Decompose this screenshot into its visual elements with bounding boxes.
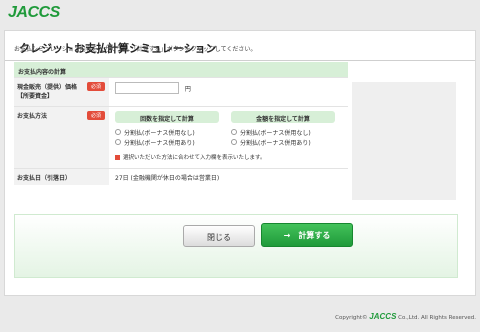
method-note: 選択いただいた方法に合わせて入力欄を表示いたします。 xyxy=(115,153,342,161)
price-label-sub: 【所要資金】 xyxy=(17,93,54,100)
note-mark-icon xyxy=(115,154,120,160)
option-label: 分割払(ボーナス併用あり) xyxy=(240,139,311,147)
count-no-bonus-option[interactable]: 分割払(ボーナス併用なし) xyxy=(115,127,219,137)
count-method-column: 回数を指定して計算 分割払(ボーナス併用なし) 分割払(ボーナス併用あり) xyxy=(115,111,219,147)
amount-method-head: 金額を指定して計算 xyxy=(231,111,335,123)
intro-text: お支払シミュレーション内容を入力のうえ、「計算する」ボタンをクリックしてください… xyxy=(14,46,257,53)
radio-icon[interactable] xyxy=(115,129,121,135)
method-label-cell: お支払方法 必須 xyxy=(14,107,109,168)
payment-form: お支払内容の計算 現金販売（提供）価格 【所要資金】 必須 円 お支払方法 必須… xyxy=(14,62,348,185)
amount-no-bonus-option[interactable]: 分割払(ボーナス併用なし) xyxy=(231,127,335,137)
amount-bonus-option[interactable]: 分割払(ボーナス併用あり) xyxy=(231,137,335,147)
button-area: 閉じる → 計算する xyxy=(14,214,458,278)
jaccs-logo[interactable]: JACCS xyxy=(8,4,60,22)
footer-logo: JACCS xyxy=(369,312,397,321)
method-value-cell: 回数を指定して計算 分割払(ボーナス併用なし) 分割払(ボーナス併用あり) 金額… xyxy=(109,107,348,168)
count-bonus-option[interactable]: 分割払(ボーナス併用あり) xyxy=(115,137,219,147)
footer: Copyright© JACCS Co.,Ltd. All Rights Res… xyxy=(300,312,476,321)
price-value-cell: 円 xyxy=(109,78,348,106)
count-method-head: 回数を指定して計算 xyxy=(115,111,219,123)
required-badge: 必須 xyxy=(86,111,105,120)
option-label: 分割払(ボーナス併用なし) xyxy=(240,129,311,137)
radio-icon[interactable] xyxy=(231,139,237,145)
date-label: お支払日（引落日） xyxy=(14,169,109,185)
amount-method-column: 金額を指定して計算 分割払(ボーナス併用なし) 分割払(ボーナス併用あり) xyxy=(231,111,335,147)
close-button[interactable]: 閉じる xyxy=(183,225,255,247)
option-label: 分割払(ボーナス併用なし) xyxy=(124,129,195,137)
note-text: 選択いただいた方法に合わせて入力欄を表示いたします。 xyxy=(123,155,266,161)
method-row: お支払方法 必須 回数を指定して計算 分割払(ボーナス併用なし) 分割払(ボーナ… xyxy=(14,106,348,168)
option-label: 分割払(ボーナス併用あり) xyxy=(124,139,195,147)
yen-unit: 円 xyxy=(184,85,191,93)
radio-icon[interactable] xyxy=(115,139,121,145)
section-title: お支払内容の計算 xyxy=(14,62,348,77)
copyright-prefix: Copyright© xyxy=(335,315,368,321)
copyright-suffix: Co.,Ltd. All Rights Reserved. xyxy=(398,315,476,321)
required-badge: 必須 xyxy=(86,82,105,91)
date-row: お支払日（引落日） 27日 (金融機関が休日の場合は営業日) xyxy=(14,168,348,185)
header: JACCS xyxy=(0,0,480,28)
price-row: 現金販売（提供）価格 【所要資金】 必須 円 xyxy=(14,77,348,106)
method-columns: 回数を指定して計算 分割払(ボーナス併用なし) 分割払(ボーナス併用あり) 金額… xyxy=(115,111,342,147)
calculate-button[interactable]: → 計算する xyxy=(261,223,353,247)
radio-icon[interactable] xyxy=(231,129,237,135)
price-label-cell: 現金販売（提供）価格 【所要資金】 必須 xyxy=(14,78,109,106)
side-panel xyxy=(352,82,456,200)
price-input[interactable] xyxy=(115,82,179,94)
date-value: 27日 (金融機関が休日の場合は営業日) xyxy=(109,169,348,185)
